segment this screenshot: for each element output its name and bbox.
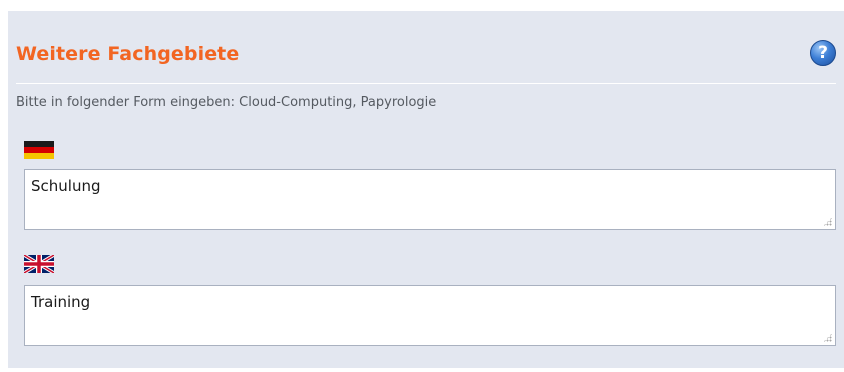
english-specialty-field[interactable] <box>24 285 836 346</box>
flag-germany-icon <box>24 141 54 159</box>
section-divider <box>16 83 836 84</box>
german-specialty-field[interactable] <box>24 169 836 230</box>
resize-grip-icon[interactable] <box>823 333 832 342</box>
section-title: Weitere Fachgebiete <box>16 43 240 65</box>
input-format-hint: Bitte in folgender Form eingeben: Cloud-… <box>16 95 437 110</box>
resize-grip-icon[interactable] <box>823 217 832 226</box>
flag-uk-icon <box>24 255 54 273</box>
help-question-icon[interactable]: ? <box>810 40 836 66</box>
